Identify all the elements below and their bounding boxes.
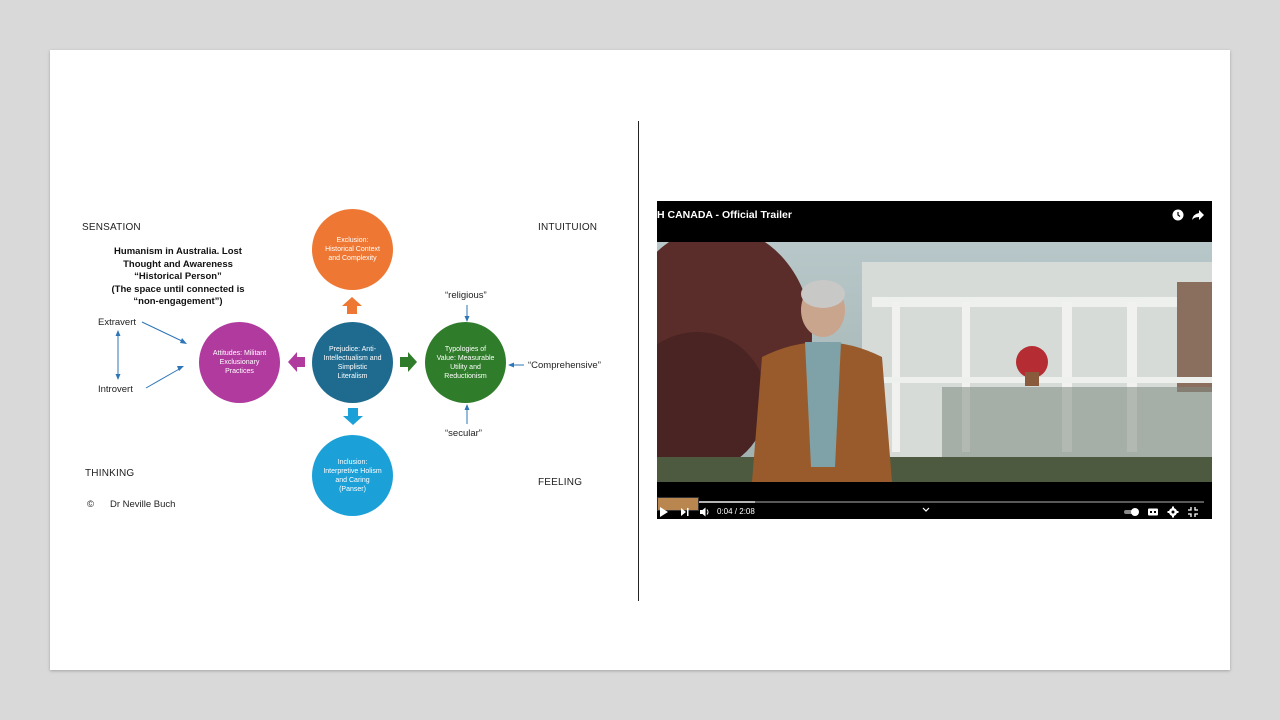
next-icon[interactable] bbox=[680, 506, 690, 519]
clock-icon[interactable] bbox=[1170, 207, 1186, 223]
block-arrow-right bbox=[400, 352, 417, 372]
volume-icon[interactable] bbox=[699, 506, 710, 519]
video-frame[interactable] bbox=[657, 242, 1212, 482]
play-icon[interactable] bbox=[659, 506, 669, 519]
comprehensive-arrowhead bbox=[508, 362, 514, 368]
author-name: Dr Neville Buch bbox=[110, 499, 176, 510]
secular-arrowhead bbox=[464, 404, 470, 410]
chevron-down-icon[interactable] bbox=[922, 506, 930, 519]
extravert-arrowhead bbox=[180, 338, 187, 344]
circle-exclusion: Exclusion: Historical Context and Comple… bbox=[312, 209, 393, 290]
axis-arrowhead-up bbox=[115, 330, 121, 336]
video-player[interactable]: H CANADA - Official Trailer 0:04 / 2:08 bbox=[657, 201, 1212, 519]
circle-inclusion: Inclusion: Interpretive Holism and Carin… bbox=[312, 435, 393, 516]
axis-arrowhead-down bbox=[115, 374, 121, 380]
captions-icon[interactable] bbox=[1147, 506, 1159, 519]
circle-typologies: Typologies of Value: Measurable Utility … bbox=[425, 322, 506, 403]
video-title[interactable]: H CANADA - Official Trailer bbox=[657, 209, 792, 221]
block-arrow-left bbox=[288, 352, 305, 372]
extravert-connector bbox=[141, 321, 185, 343]
circle-attitudes: Attitudes: Militant Exclusionary Practic… bbox=[199, 322, 280, 403]
block-arrow-down bbox=[343, 408, 363, 425]
introvert-connector bbox=[145, 367, 182, 389]
copyright-symbol: © bbox=[87, 499, 94, 510]
circle-prejudice: Prejudice: Anti-Intellectualism and Simp… bbox=[312, 322, 393, 403]
autoplay-toggle-icon[interactable] bbox=[1123, 506, 1141, 519]
time-display: 0:04 / 2:08 bbox=[717, 507, 755, 516]
gear-icon[interactable] bbox=[1167, 506, 1179, 519]
exit-fullscreen-icon[interactable] bbox=[1187, 506, 1199, 519]
share-icon[interactable] bbox=[1190, 207, 1206, 223]
presentation-slide: SENSATION INTUITUION THINKING FEELING Hu… bbox=[50, 50, 1230, 670]
block-arrow-up bbox=[342, 297, 362, 314]
vertical-divider bbox=[638, 121, 639, 601]
